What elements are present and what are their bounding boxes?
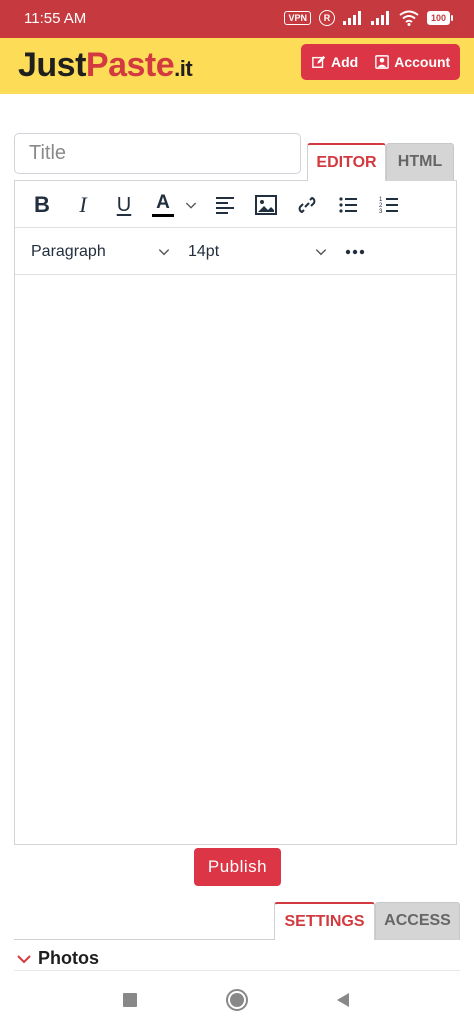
- editor-toolbar-row-1: B I U A 123: [15, 181, 456, 228]
- signal-icon: [342, 11, 361, 25]
- chevron-down-icon: [17, 954, 31, 963]
- status-bar: 11:55 AM VPN R 100: [0, 0, 474, 38]
- logo-paste: Paste: [85, 46, 175, 84]
- account-button[interactable]: Account: [364, 44, 456, 80]
- header-buttons: Add Account: [301, 44, 460, 80]
- tabs-divider: [14, 939, 460, 940]
- editor-content-area[interactable]: [15, 276, 456, 844]
- site-logo[interactable]: JustPaste.it: [18, 46, 193, 85]
- text-color-label: A: [156, 191, 170, 213]
- editor-toolbar-row-2: Paragraph 14pt: [15, 228, 456, 275]
- account-label: Account: [394, 54, 451, 70]
- tab-html[interactable]: HTML: [386, 143, 454, 181]
- publish-button[interactable]: Publish: [194, 848, 281, 886]
- text-color-swatch: [152, 213, 174, 217]
- back-button[interactable]: [329, 986, 357, 1014]
- tab-access[interactable]: ACCESS: [375, 902, 460, 940]
- recents-button[interactable]: [116, 986, 144, 1014]
- insert-image-button[interactable]: [250, 189, 282, 221]
- image-icon: [255, 195, 277, 215]
- home-button[interactable]: [223, 986, 251, 1014]
- photos-divider: [14, 970, 460, 971]
- status-time: 11:55 AM: [24, 10, 87, 27]
- block-format-value: Paragraph: [31, 243, 106, 260]
- underline-button[interactable]: U: [108, 189, 140, 221]
- title-input[interactable]: [14, 133, 301, 174]
- user-icon: [375, 55, 390, 69]
- chevron-down-icon: [158, 249, 170, 256]
- text-color-button[interactable]: A: [147, 189, 179, 221]
- photos-section-toggle[interactable]: Photos: [16, 948, 99, 969]
- logo-tld: .it: [174, 56, 193, 81]
- battery-icon: 100: [426, 11, 454, 25]
- more-options-button[interactable]: [339, 236, 371, 268]
- numbered-list-icon: 123: [379, 197, 398, 215]
- site-header: JustPaste.it Add Account: [0, 38, 474, 94]
- circle-icon: [226, 989, 248, 1011]
- font-size-select[interactable]: 14pt: [188, 239, 328, 265]
- photos-label: Photos: [38, 948, 99, 968]
- bold-button[interactable]: B: [26, 189, 58, 221]
- logo-just: Just: [18, 46, 86, 84]
- chevron-down-icon: [315, 249, 327, 256]
- text-color-dropdown[interactable]: [179, 189, 203, 221]
- status-icons: VPN R 100: [284, 10, 454, 26]
- rich-text-editor: B I U A 123 Paragraph 14pt: [14, 180, 457, 845]
- link-icon: [298, 196, 316, 214]
- wifi-icon: [399, 10, 419, 26]
- font-size-value: 14pt: [188, 243, 220, 260]
- italic-button[interactable]: I: [67, 189, 99, 221]
- bullet-list-button[interactable]: [332, 189, 364, 221]
- insert-link-button[interactable]: [291, 189, 323, 221]
- block-format-select[interactable]: Paragraph: [31, 239, 171, 265]
- bullet-list-icon: [339, 197, 357, 213]
- numbered-list-button[interactable]: 123: [373, 189, 405, 221]
- tab-editor[interactable]: EDITOR: [307, 143, 386, 181]
- edit-icon: [312, 55, 326, 68]
- align-left-button[interactable]: [209, 189, 241, 221]
- square-icon: [123, 993, 137, 1007]
- signal-icon-2: [370, 11, 389, 25]
- align-left-icon: [216, 197, 234, 214]
- system-nav-bar: [0, 972, 474, 1027]
- back-triangle-icon: [337, 993, 349, 1007]
- registered-icon: R: [318, 10, 335, 26]
- more-horizontal-icon: [345, 249, 365, 255]
- svg-text:3: 3: [379, 209, 383, 215]
- tab-settings[interactable]: SETTINGS: [274, 902, 375, 940]
- chevron-down-icon: [185, 202, 197, 209]
- add-label: Add: [331, 54, 359, 70]
- add-button[interactable]: Add: [301, 44, 364, 80]
- vpn-icon: VPN: [284, 11, 311, 25]
